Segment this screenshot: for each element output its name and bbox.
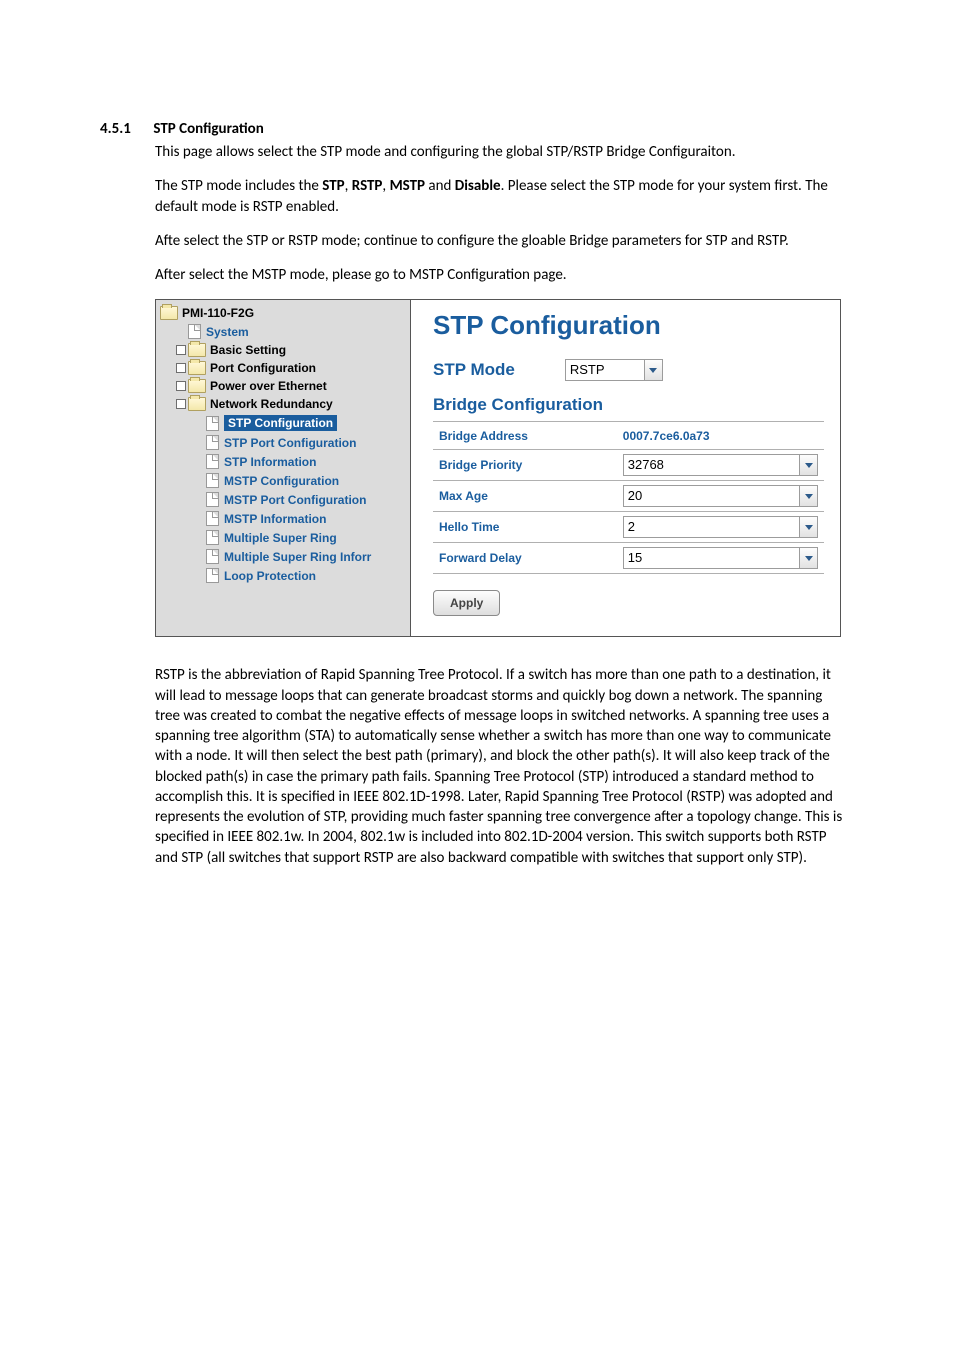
tree-stp-port-configuration[interactable]: STP Port Configuration: [160, 433, 410, 452]
tree-port-configuration[interactable]: Port Configuration: [160, 359, 410, 377]
tree-basic-setting[interactable]: Basic Setting: [160, 341, 410, 359]
stp-mode-value: RSTP: [566, 360, 644, 380]
table-row: Forward Delay 15: [433, 543, 824, 574]
bridge-address-label: Bridge Address: [433, 422, 617, 450]
tree-network-redundancy[interactable]: Network Redundancy: [160, 395, 410, 413]
stp-mode-select[interactable]: RSTP: [565, 359, 663, 381]
forward-delay-select[interactable]: 15: [623, 547, 818, 569]
hello-time-label: Hello Time: [433, 512, 617, 543]
table-row: Bridge Address 0007.7ce6.0a73: [433, 422, 824, 450]
hello-time-select[interactable]: 2: [623, 516, 818, 538]
table-row: Max Age 20: [433, 481, 824, 512]
table-row: Bridge Priority 32768: [433, 450, 824, 481]
bridge-priority-label: Bridge Priority: [433, 450, 617, 481]
page-icon: [206, 416, 219, 431]
chevron-down-icon: [799, 517, 817, 537]
page-title: STP Configuration: [433, 310, 824, 341]
bridge-address-value: 0007.7ce6.0a73: [617, 422, 824, 450]
page-icon: [206, 511, 219, 526]
tree-power-over-ethernet[interactable]: Power over Ethernet: [160, 377, 410, 395]
tree-stp-configuration[interactable]: STP Configuration: [160, 413, 410, 433]
folder-icon: [188, 343, 206, 357]
chevron-down-icon: [644, 360, 662, 380]
stp-mode-row: STP Mode RSTP: [433, 359, 824, 381]
page-icon: [206, 568, 219, 583]
page-icon: [206, 530, 219, 545]
table-row: Hello Time 2: [433, 512, 824, 543]
tree-mstp-information[interactable]: MSTP Information: [160, 509, 410, 528]
max-age-label: Max Age: [433, 481, 617, 512]
folder-icon: [188, 361, 206, 375]
paragraph-4: After select the MSTP mode, please go to…: [155, 265, 844, 285]
chevron-down-icon: [799, 548, 817, 568]
section-heading: 4.5.1 STP Configuration: [100, 120, 844, 138]
paragraph-1: This page allows select the STP mode and…: [155, 142, 844, 162]
folder-icon: [160, 306, 178, 320]
tree-root[interactable]: PMI-110-F2G: [160, 304, 410, 322]
chevron-down-icon: [799, 486, 817, 506]
max-age-select[interactable]: 20: [623, 485, 818, 507]
expand-icon[interactable]: [176, 381, 186, 391]
main-panel: STP Configuration STP Mode RSTP Bridge C…: [411, 300, 840, 636]
forward-delay-label: Forward Delay: [433, 543, 617, 574]
nav-tree: PMI-110-F2G System Basic Setting Port Co…: [156, 300, 411, 636]
bridge-priority-select[interactable]: 32768: [623, 454, 818, 476]
page-icon: [206, 454, 219, 469]
paragraph-3: Afte select the STP or RSTP mode; contin…: [155, 231, 844, 251]
folder-icon: [188, 397, 206, 411]
tree-stp-information[interactable]: STP Information: [160, 452, 410, 471]
apply-button[interactable]: Apply: [433, 590, 500, 616]
expand-icon[interactable]: [176, 363, 186, 373]
bridge-config-table: Bridge Address 0007.7ce6.0a73 Bridge Pri…: [433, 421, 824, 574]
bridge-config-heading: Bridge Configuration: [433, 395, 824, 415]
page-icon: [206, 473, 219, 488]
folder-icon: [188, 379, 206, 393]
stp-mode-label: STP Mode: [433, 360, 515, 380]
page-icon: [206, 492, 219, 507]
section-number: 4.5.1: [100, 120, 150, 138]
tree-multiple-super-ring-inform[interactable]: Multiple Super Ring Inforr: [160, 547, 410, 566]
section-title-text: STP Configuration: [153, 120, 263, 138]
chevron-down-icon: [799, 455, 817, 475]
page-icon: [188, 324, 201, 339]
tree-mstp-configuration[interactable]: MSTP Configuration: [160, 471, 410, 490]
screenshot-panel: PMI-110-F2G System Basic Setting Port Co…: [155, 299, 841, 637]
expand-icon[interactable]: [176, 345, 186, 355]
paragraph-5: RSTP is the abbreviation of Rapid Spanni…: [155, 665, 844, 868]
tree-mstp-port-configuration[interactable]: MSTP Port Configuration: [160, 490, 410, 509]
collapse-icon[interactable]: [176, 399, 186, 409]
paragraph-2: The STP mode includes the STP, RSTP, MST…: [155, 176, 844, 217]
page-icon: [206, 549, 219, 564]
page-icon: [206, 435, 219, 450]
tree-loop-protection[interactable]: Loop Protection: [160, 566, 410, 585]
tree-multiple-super-ring[interactable]: Multiple Super Ring: [160, 528, 410, 547]
tree-system[interactable]: System: [160, 322, 410, 341]
